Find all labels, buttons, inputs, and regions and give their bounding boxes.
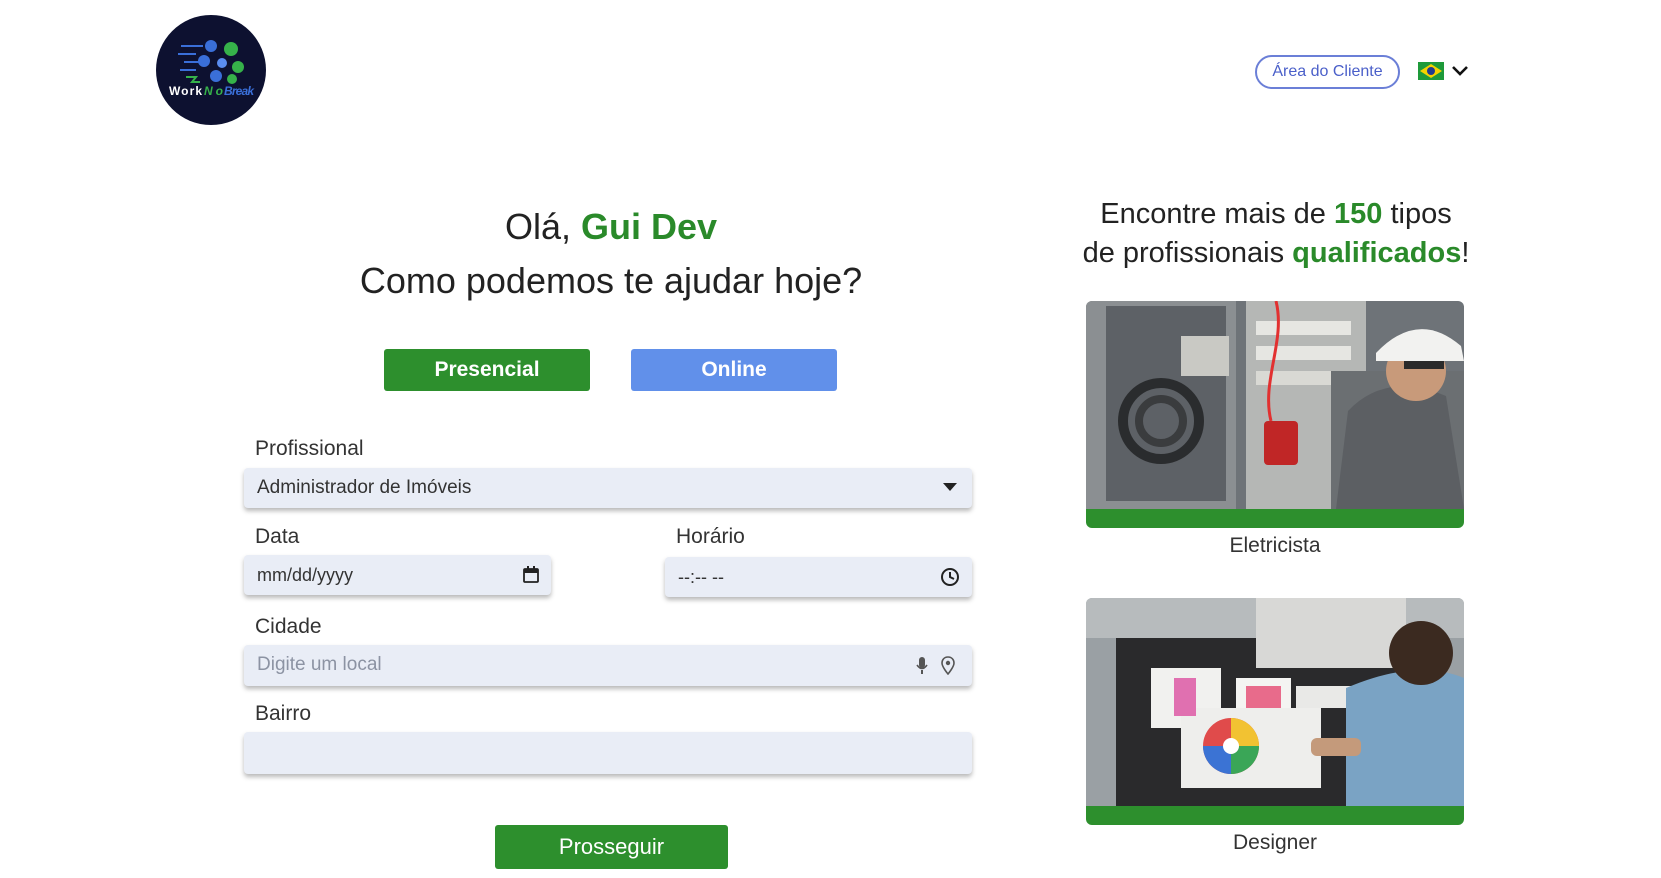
electrician-photo	[1086, 301, 1464, 509]
logo-text-work: Work	[169, 84, 202, 98]
greeting-line: Olá, Gui Dev	[250, 200, 972, 254]
greeting: Olá, Gui Dev Como podemos te ajudar hoje…	[250, 200, 972, 308]
data-placeholder: mm/dd/yyyy	[257, 565, 354, 585]
card-accent-bar	[1086, 509, 1464, 528]
bairro-input[interactable]	[244, 732, 972, 774]
profissional-value: Administrador de Imóveis	[257, 477, 472, 498]
microphone-icon[interactable]	[916, 657, 928, 675]
location-pin-icon[interactable]	[941, 656, 955, 675]
promo-highlight: qualificados	[1292, 237, 1462, 269]
data-label: Data	[255, 525, 300, 548]
language-selector[interactable]	[1418, 60, 1472, 82]
chevron-down-icon	[1452, 66, 1468, 76]
card-accent-bar	[1086, 806, 1464, 825]
promo-headline: Encontre mais de 150 tipos de profission…	[1066, 195, 1486, 273]
professional-card-designer[interactable]: Designer	[1086, 598, 1464, 855]
cidade-label: Cidade	[255, 615, 322, 638]
card-caption: Designer	[1232, 831, 1318, 854]
cidade-input[interactable]: Digite um local	[244, 645, 972, 686]
horario-time-input[interactable]: --:-- --	[665, 557, 972, 597]
greeting-question: Como podemos te ajudar hoje?	[359, 260, 863, 301]
calendar-icon[interactable]	[523, 566, 539, 583]
profissional-select[interactable]: Administrador de Imóveis	[244, 468, 972, 508]
area-do-cliente-button[interactable]: Área do Cliente	[1255, 55, 1400, 89]
profissional-label: Profissional	[255, 437, 364, 460]
promo-count: 150	[1334, 198, 1383, 230]
greeting-hello: Olá,	[504, 206, 571, 247]
designer-photo	[1086, 598, 1464, 806]
horario-placeholder: --:-- --	[678, 567, 724, 587]
card-caption: Eletricista	[1229, 534, 1321, 557]
user-name: Gui Dev	[581, 206, 718, 247]
work-no-break-logo[interactable]: Work No Break	[156, 15, 266, 125]
prosseguir-button[interactable]: Prosseguir	[495, 825, 728, 869]
bairro-label: Bairro	[255, 702, 312, 725]
clock-icon[interactable]	[940, 567, 960, 587]
dropdown-caret-icon	[943, 483, 957, 491]
brazil-flag-icon	[1418, 62, 1444, 80]
cidade-placeholder: Digite um local	[257, 654, 382, 675]
promo-line-2: de profissionais qualificados!	[1066, 234, 1486, 273]
online-button[interactable]: Online	[631, 349, 837, 391]
horario-label: Horário	[676, 525, 745, 548]
presencial-button[interactable]: Presencial	[384, 349, 590, 391]
professional-card-eletricista[interactable]: Eletricista	[1086, 301, 1464, 558]
promo-suffix: !	[1461, 237, 1470, 269]
logo-text-no: No	[204, 84, 223, 98]
promo-middle: tipos	[1390, 198, 1452, 230]
promo-line-1: Encontre mais de 150 tipos	[1066, 195, 1486, 234]
logo-text-break: Break	[224, 84, 255, 98]
promo-prefix: Encontre mais de	[1100, 198, 1326, 230]
data-date-input[interactable]: mm/dd/yyyy	[244, 555, 551, 595]
promo-line2-prefix: de profissionais	[1082, 237, 1285, 269]
